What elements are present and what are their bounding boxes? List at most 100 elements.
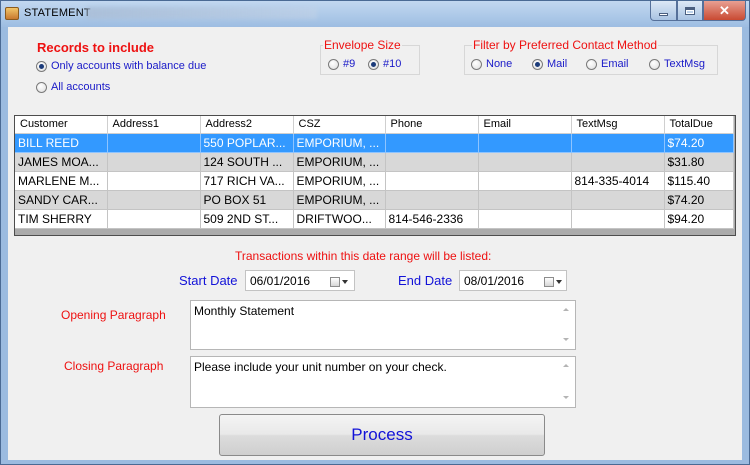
table-row[interactable]: TIM SHERRY 509 2ND ST... DRIFTWOO... 814… [15, 209, 734, 229]
cell-textmsg[interactable] [571, 152, 665, 172]
cell-customer[interactable]: JAMES MOA... [15, 152, 108, 172]
radio-dot [471, 58, 482, 70]
table-row[interactable]: JAMES MOA... 124 SOUTH ... EMPORIUM, ...… [15, 152, 734, 172]
scroll-up-icon[interactable] [563, 308, 569, 311]
cell-customer[interactable]: TIM SHERRY [15, 209, 108, 229]
close-button[interactable]: ✕ [703, 1, 746, 21]
cell-email[interactable] [478, 133, 572, 153]
table-row[interactable]: BILL REED 550 POPLAR... EMPORIUM, ... $7… [15, 133, 734, 153]
cell-address2[interactable]: PO BOX 51 [200, 190, 294, 210]
column-header-address2[interactable]: Address2 [200, 116, 294, 134]
cell-csz[interactable]: EMPORIUM, ... [293, 171, 386, 191]
title-bar[interactable]: STATEMENT ✕ [1, 1, 749, 27]
scroll-up-icon[interactable] [563, 364, 569, 367]
cell-email[interactable] [478, 209, 572, 229]
maximize-button[interactable] [677, 1, 703, 21]
start-date-picker[interactable]: 06/01/2016 [245, 270, 355, 291]
contact-filter-heading: Filter by Preferred Contact Method [472, 38, 659, 52]
form-client-area: Records to include Only accounts with ba… [8, 27, 742, 460]
cell-totaldue[interactable]: $115.40 [664, 171, 734, 191]
records-heading: Records to include [37, 40, 155, 55]
radio-envelope-9[interactable]: #9 [328, 58, 355, 70]
cell-phone[interactable] [385, 190, 479, 210]
maximize-icon [685, 6, 695, 15]
radio-label: #9 [343, 58, 356, 70]
column-header-email[interactable]: Email [478, 116, 572, 134]
minimize-button[interactable] [650, 1, 677, 21]
end-date-label: End Date [398, 273, 453, 288]
cell-address1[interactable] [107, 171, 201, 191]
column-header-textmsg[interactable]: TextMsg [571, 116, 665, 134]
scroll-down-icon[interactable] [563, 396, 569, 399]
cell-email[interactable] [478, 171, 572, 191]
closing-paragraph-text: Please include your unit number on your … [194, 360, 447, 374]
radio-dot [36, 81, 47, 93]
cell-phone[interactable] [385, 171, 479, 191]
cell-csz[interactable]: EMPORIUM, ... [293, 133, 386, 153]
radio-label: Email [601, 58, 629, 70]
cell-address2[interactable]: 509 2ND ST... [200, 209, 294, 229]
cell-address2[interactable]: 124 SOUTH ... [200, 152, 294, 172]
radio-label: TextMsg [664, 58, 705, 70]
radio-envelope-10[interactable]: #10 [368, 58, 401, 70]
cell-phone[interactable] [385, 133, 479, 153]
radio-dot [532, 58, 543, 70]
cell-email[interactable] [478, 152, 572, 172]
column-header-csz[interactable]: CSZ [293, 116, 386, 134]
radio-dot [368, 58, 379, 70]
cell-phone[interactable] [385, 152, 479, 172]
radio-all-accounts[interactable]: All accounts [36, 81, 110, 93]
cell-csz[interactable]: EMPORIUM, ... [293, 190, 386, 210]
column-header-phone[interactable]: Phone [385, 116, 479, 134]
cell-csz[interactable]: DRIFTWOO... [293, 209, 386, 229]
end-date-picker[interactable]: 08/01/2016 [459, 270, 567, 291]
end-date-value: 08/01/2016 [464, 274, 525, 288]
cell-totaldue[interactable]: $74.20 [664, 190, 734, 210]
opening-paragraph-textarea[interactable]: Monthly Statement [190, 300, 576, 350]
statement-window: STATEMENT ✕ Records to include Only acco… [0, 0, 750, 465]
scroll-down-icon[interactable] [563, 338, 569, 341]
start-date-label: Start Date [179, 273, 238, 288]
column-header-address1[interactable]: Address1 [107, 116, 201, 134]
cell-customer[interactable]: SANDY CAR... [15, 190, 108, 210]
cell-textmsg[interactable] [571, 190, 665, 210]
cell-address1[interactable] [107, 152, 201, 172]
envelope-heading: Envelope Size [323, 38, 402, 52]
radio-contact-mail[interactable]: Mail [532, 58, 567, 70]
scrollbar[interactable] [558, 357, 575, 407]
calendar-dropdown-icon[interactable] [330, 275, 348, 288]
radio-balance-due[interactable]: Only accounts with balance due [36, 60, 206, 72]
table-row[interactable]: MARLENE M... 717 RICH VA... EMPORIUM, ..… [15, 171, 734, 191]
radio-label: Only accounts with balance due [51, 60, 207, 72]
accounts-grid[interactable]: Customer Address1 Address2 CSZ Phone Ema… [14, 115, 736, 236]
cell-textmsg[interactable] [571, 133, 665, 153]
cell-address1[interactable] [107, 209, 201, 229]
cell-address1[interactable] [107, 133, 201, 153]
cell-customer[interactable]: BILL REED [15, 133, 108, 153]
cell-address2[interactable]: 717 RICH VA... [200, 171, 294, 191]
calendar-dropdown-icon[interactable] [544, 275, 562, 288]
radio-contact-email[interactable]: Email [586, 58, 629, 70]
cell-textmsg[interactable]: 814-335-4014 [571, 171, 665, 191]
cell-totaldue[interactable]: $74.20 [664, 133, 734, 153]
process-button[interactable]: Process [219, 414, 545, 456]
cell-phone[interactable]: 814-546-2336 [385, 209, 479, 229]
table-row[interactable]: SANDY CAR... PO BOX 51 EMPORIUM, ... $74… [15, 190, 734, 210]
radio-label: None [486, 58, 513, 70]
cell-totaldue[interactable]: $94.20 [664, 209, 734, 229]
cell-totaldue[interactable]: $31.80 [664, 152, 734, 172]
closing-paragraph-label: Closing Paragraph [64, 359, 164, 373]
radio-contact-none[interactable]: None [471, 58, 512, 70]
column-header-customer[interactable]: Customer [15, 116, 108, 134]
cell-customer[interactable]: MARLENE M... [15, 171, 108, 191]
column-header-totaldue[interactable]: TotalDue [664, 116, 734, 134]
cell-address1[interactable] [107, 190, 201, 210]
scrollbar[interactable] [558, 301, 575, 349]
radio-contact-textmsg[interactable]: TextMsg [649, 58, 705, 70]
cell-csz[interactable]: EMPORIUM, ... [293, 152, 386, 172]
app-icon [5, 7, 19, 20]
cell-textmsg[interactable] [571, 209, 665, 229]
cell-email[interactable] [478, 190, 572, 210]
cell-address2[interactable]: 550 POPLAR... [200, 133, 294, 153]
closing-paragraph-textarea[interactable]: Please include your unit number on your … [190, 356, 576, 408]
